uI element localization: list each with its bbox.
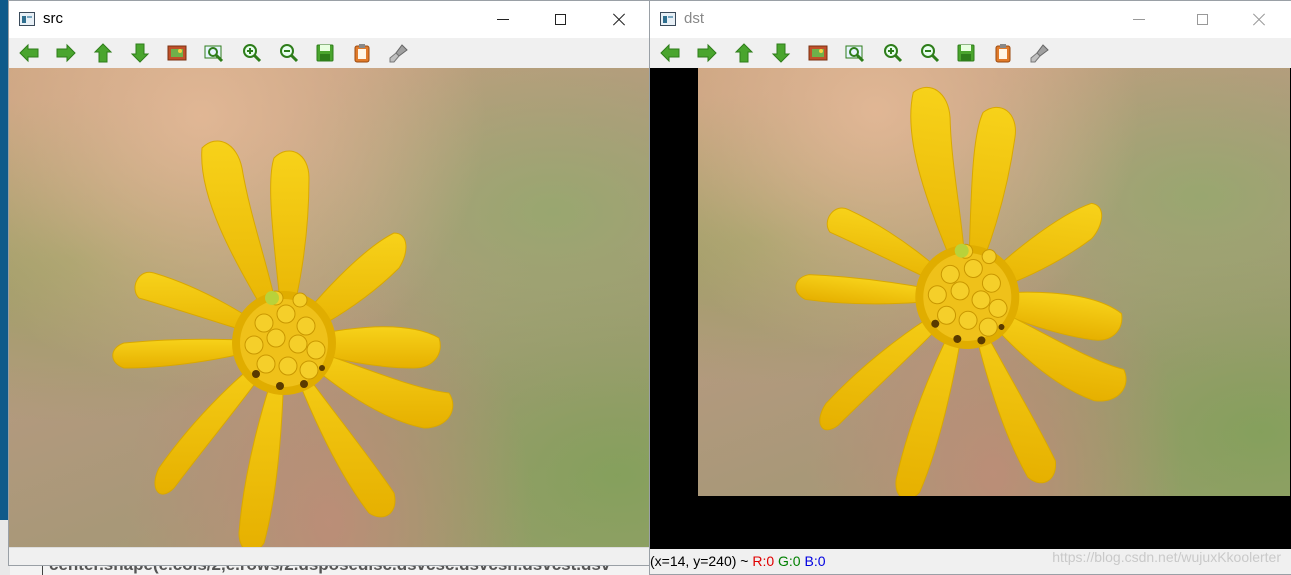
brush-button[interactable] (388, 42, 410, 64)
titlebar[interactable]: src (9, 1, 649, 38)
image-icon (808, 45, 828, 61)
titlebar[interactable]: dst (650, 1, 1291, 38)
window-title: dst (684, 10, 705, 27)
watermark-text: https://blog.csdn.net/wujuxKkoolerter (1052, 549, 1281, 565)
image-canvas[interactable] (650, 68, 1291, 549)
brush-icon (1030, 44, 1049, 63)
save-icon (316, 44, 334, 62)
arrow-right-icon (697, 43, 717, 63)
window-app-icon (19, 12, 35, 26)
window-title: src (43, 10, 63, 27)
minimize-icon (1133, 19, 1145, 20)
clipboard-icon (995, 44, 1011, 63)
arrow-right-button[interactable] (696, 42, 718, 64)
zoom-out-icon (280, 44, 299, 63)
zoom-fit-icon (845, 45, 865, 63)
save-button[interactable] (314, 42, 336, 64)
yellow-flower-image (112, 140, 454, 547)
close-button[interactable] (1236, 1, 1282, 38)
maximize-button[interactable] (1179, 1, 1225, 38)
blue-value: B:0 (804, 553, 826, 569)
brush-button[interactable] (1029, 42, 1051, 64)
image-button[interactable] (166, 42, 188, 64)
close-icon (612, 13, 626, 27)
arrow-down-icon (130, 43, 150, 63)
image-canvas[interactable] (9, 68, 649, 547)
status-bar: (x=14, y=240) ~ R:0 G:0 B:0 https://blog… (650, 549, 1291, 574)
close-button[interactable] (596, 1, 642, 38)
save-icon (957, 44, 975, 62)
source-image (9, 68, 649, 547)
dst-window[interactable]: dst (x=14, y=240) ~ R:0 G:0 B:0 https://… (649, 0, 1291, 575)
window-app-icon (660, 12, 676, 26)
minimize-button[interactable] (1116, 1, 1162, 38)
maximize-icon (554, 14, 566, 25)
arrow-up-button[interactable] (92, 42, 114, 64)
arrow-up-icon (734, 43, 754, 63)
red-value: R:0 (752, 553, 775, 569)
toolbar (650, 38, 1291, 68)
status-bar (9, 547, 649, 565)
maximize-button[interactable] (537, 1, 583, 38)
brush-icon (389, 44, 408, 63)
minimize-icon (497, 19, 509, 20)
clipboard-button[interactable] (992, 42, 1014, 64)
zoom-in-button[interactable] (881, 42, 903, 64)
arrow-down-button[interactable] (770, 42, 792, 64)
arrow-down-button[interactable] (129, 42, 151, 64)
pixel-readout: (x=14, y=240) ~ R:0 G:0 B:0 (650, 549, 826, 573)
close-icon (1252, 13, 1266, 27)
arrow-right-icon (56, 43, 76, 63)
zoom-in-icon (884, 44, 903, 63)
coordinates-text: (x=14, y=240) ~ (650, 553, 749, 569)
arrow-up-button[interactable] (733, 42, 755, 64)
image-button[interactable] (807, 42, 829, 64)
image-icon (167, 45, 187, 61)
toolbar (9, 38, 649, 68)
zoom-out-icon (921, 44, 940, 63)
arrow-left-button[interactable] (659, 42, 681, 64)
arrow-up-icon (93, 43, 113, 63)
zoom-out-button[interactable] (918, 42, 940, 64)
green-value: G:0 (778, 553, 801, 569)
save-button[interactable] (955, 42, 977, 64)
yellow-flower-image (788, 82, 1148, 496)
transformed-image (698, 68, 1290, 496)
arrow-left-icon (660, 43, 680, 63)
zoom-fit-icon (204, 45, 224, 63)
maximize-icon (1196, 14, 1208, 25)
src-window[interactable]: src (8, 0, 650, 566)
clipboard-button[interactable] (351, 42, 373, 64)
zoom-fit-button[interactable] (203, 42, 225, 64)
arrow-right-button[interactable] (55, 42, 77, 64)
zoom-in-button[interactable] (240, 42, 262, 64)
clipboard-icon (354, 44, 370, 63)
zoom-fit-button[interactable] (844, 42, 866, 64)
arrow-left-button[interactable] (18, 42, 40, 64)
minimize-button[interactable] (480, 1, 526, 38)
zoom-out-button[interactable] (277, 42, 299, 64)
zoom-in-icon (243, 44, 262, 63)
arrow-left-icon (19, 43, 39, 63)
arrow-down-icon (771, 43, 791, 63)
